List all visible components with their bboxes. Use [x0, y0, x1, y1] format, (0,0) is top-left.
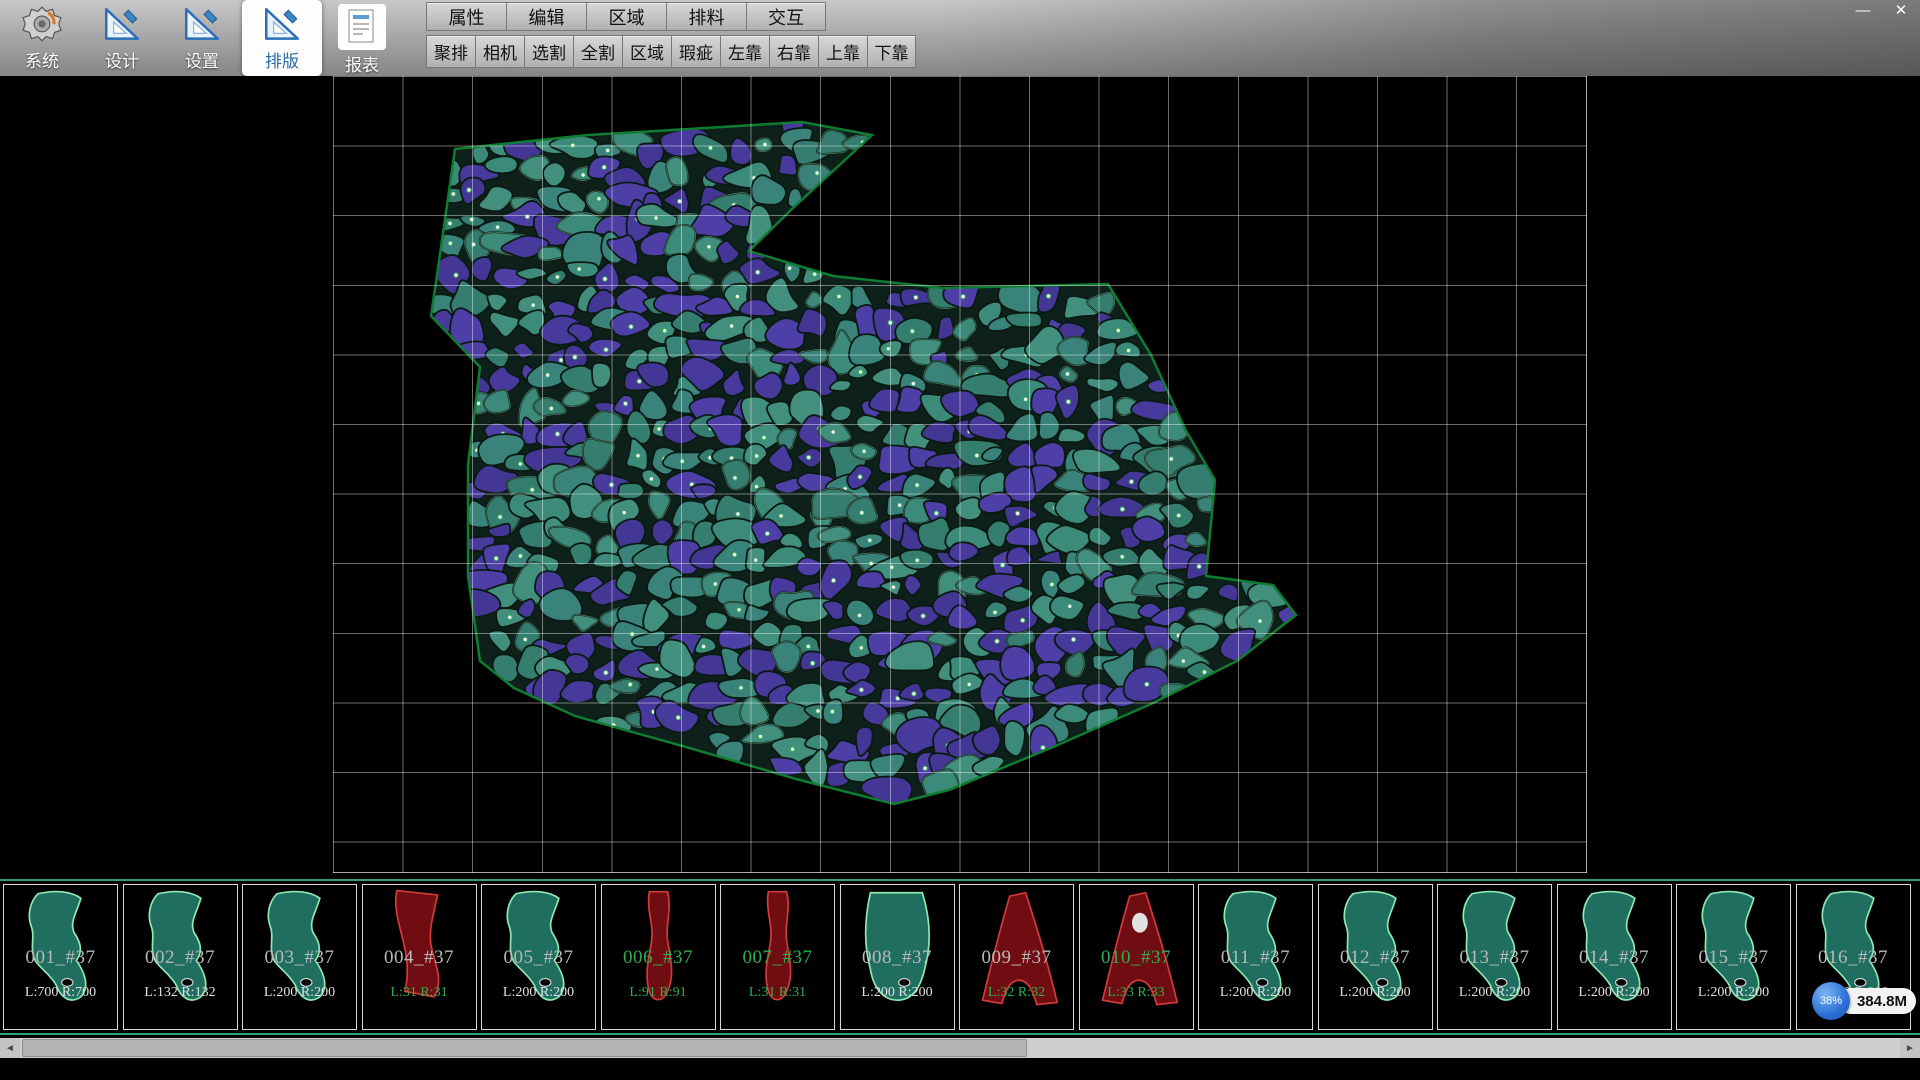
piece-count: L:31 R:31: [721, 985, 834, 1001]
piece-count: L:200 R:200: [482, 985, 595, 1001]
piece-thumbnail[interactable]: 007_#37 L:31 R:31: [720, 884, 835, 1030]
tool-button-snap-bottom[interactable]: 下靠: [867, 35, 916, 68]
menu-tab-properties[interactable]: 属性: [426, 2, 506, 31]
app-button-system[interactable]: 系统: [2, 0, 82, 76]
nesting-canvas[interactable]: [0, 76, 1920, 879]
toolbar: 系统设计设置排版报表 属性编辑区域排料交互 聚排相机选割全割区域瑕疵左靠右靠上靠…: [0, 0, 1920, 77]
menu-tab-region[interactable]: 区域: [586, 2, 666, 31]
menu-tab-interact[interactable]: 交互: [746, 2, 826, 31]
piece-thumbnail[interactable]: 011_#37 L:200 R:200: [1198, 884, 1313, 1030]
horizontal-scrollbar[interactable]: ◄ ►: [0, 1038, 1920, 1058]
piece-count: L:132 R:132: [124, 985, 237, 1001]
piece-name: 009_#37: [960, 947, 1073, 969]
piece-thumbnail[interactable]: 013_#37 L:200 R:200: [1437, 884, 1552, 1030]
app-button-settings[interactable]: 设置: [162, 0, 242, 76]
settings-icon: [181, 4, 223, 46]
piece-thumbnail[interactable]: 006_#37 L:91 R:91: [601, 884, 716, 1030]
app-button-label: 排版: [265, 47, 299, 72]
tool-button-snap-right[interactable]: 右靠: [769, 35, 818, 68]
piece-count: L:31 R:31: [363, 985, 476, 1001]
app-button-label: 设计: [105, 47, 139, 72]
piece-thumbnail[interactable]: 008_#37 L:200 R:200: [840, 884, 955, 1030]
piece-count: L:91 R:91: [602, 985, 715, 1001]
piece-thumbnail[interactable]: 001_#37 L:700 R:700: [3, 884, 118, 1030]
menu-tab-nesting[interactable]: 排料: [666, 2, 746, 31]
piece-name: 004_#37: [363, 947, 476, 969]
gear-icon: [21, 4, 63, 46]
piece-thumbnail[interactable]: 005_#37 L:200 R:200: [481, 884, 596, 1030]
piece-count: L:200 R:200: [1438, 985, 1551, 1001]
piece-count: L:700 R:700: [4, 985, 117, 1001]
app-button-label: 系统: [25, 47, 59, 72]
app-button-label: 设置: [185, 47, 219, 72]
piece-list: 001_#37 L:700 R:700 002_#37 L:132 R:132 003_…: [0, 879, 1920, 1035]
tool-button-region[interactable]: 区域: [622, 35, 671, 68]
piece-thumbnail[interactable]: 002_#37 L:132 R:132: [123, 884, 238, 1030]
app-toolbar: 系统 设计 设置 排版 报表: [2, 0, 402, 76]
piece-name: 015_#37: [1677, 947, 1790, 969]
layout-icon: [261, 4, 303, 46]
piece-thumbnail[interactable]: 003_#37 L:200 R:200: [242, 884, 357, 1030]
design-icon: [101, 4, 143, 46]
piece-thumbnail[interactable]: 004_#37 L:31 R:31: [362, 884, 477, 1030]
piece-name: 012_#37: [1319, 947, 1432, 969]
app-button-layout[interactable]: 排版: [242, 0, 322, 76]
scrollbar-thumb[interactable]: [22, 1039, 1027, 1057]
piece-count: L:200 R:200: [841, 985, 954, 1001]
piece-thumbnail[interactable]: 010_#37 L:33 R:33: [1079, 884, 1194, 1030]
progress-bubble[interactable]: 38%: [1812, 982, 1850, 1020]
piece-name: 006_#37: [602, 947, 715, 969]
tool-bar: 聚排相机选割全割区域瑕疵左靠右靠上靠下靠: [426, 35, 916, 68]
piece-count: L:200 R:200: [1558, 985, 1671, 1001]
piece-count: L:200 R:200: [1677, 985, 1790, 1001]
piece-thumbnail[interactable]: 009_#37 L:32 R:32: [959, 884, 1074, 1030]
piece-count: L:32 R:32: [960, 985, 1073, 1001]
tool-button-cluster-nest[interactable]: 聚排: [426, 35, 475, 68]
piece-name: 011_#37: [1199, 947, 1312, 969]
piece-thumbnail[interactable]: 015_#37 L:200 R:200: [1676, 884, 1791, 1030]
piece-name: 005_#37: [482, 947, 595, 969]
piece-count: L:200 R:200: [243, 985, 356, 1001]
tool-button-camera[interactable]: 相机: [475, 35, 524, 68]
piece-count: L:200 R:200: [1199, 985, 1312, 1001]
menu-tab-edit[interactable]: 编辑: [506, 2, 586, 31]
piece-name: 016_#37: [1797, 947, 1910, 969]
piece-thumbnail[interactable]: 012_#37 L:200 R:200: [1318, 884, 1433, 1030]
tool-button-select-cut[interactable]: 选割: [524, 35, 573, 68]
progress-percent: 38%: [1820, 995, 1842, 1007]
toolbar-shade: [940, 0, 1920, 76]
report-icon: [338, 4, 386, 50]
piece-name: 014_#37: [1558, 947, 1671, 969]
tool-button-snap-top[interactable]: 上靠: [818, 35, 867, 68]
tool-button-defect[interactable]: 瑕疵: [671, 35, 720, 68]
piece-name: 001_#37: [4, 947, 117, 969]
close-button[interactable]: ✕: [1890, 1, 1912, 19]
menu-area: 属性编辑区域排料交互 聚排相机选割全割区域瑕疵左靠右靠上靠下靠: [426, 2, 916, 68]
piece-thumbnail[interactable]: 014_#37 L:200 R:200: [1557, 884, 1672, 1030]
minimize-button[interactable]: —: [1852, 1, 1874, 19]
piece-name: 013_#37: [1438, 947, 1551, 969]
scroll-right-arrow-icon[interactable]: ►: [1900, 1038, 1920, 1058]
hide-nesting-graphic: [0, 76, 1920, 879]
piece-count: L:33 R:33: [1080, 985, 1193, 1001]
tool-button-snap-left[interactable]: 左靠: [720, 35, 769, 68]
memory-value: 384.8M: [1857, 993, 1907, 1010]
piece-name: 007_#37: [721, 947, 834, 969]
scroll-left-arrow-icon[interactable]: ◄: [0, 1038, 20, 1058]
app-button-label: 报表: [345, 51, 379, 76]
piece-name: 008_#37: [841, 947, 954, 969]
piece-count: L:200 R:200: [1319, 985, 1432, 1001]
window-controls: — ✕: [1852, 1, 1912, 19]
piece-name: 003_#37: [243, 947, 356, 969]
tool-button-cut-all[interactable]: 全割: [573, 35, 622, 68]
piece-name: 002_#37: [124, 947, 237, 969]
piece-name: 010_#37: [1080, 947, 1193, 969]
app-button-design[interactable]: 设计: [82, 0, 162, 76]
menu-bar: 属性编辑区域排料交互: [426, 2, 916, 31]
app-button-report[interactable]: 报表: [322, 0, 402, 76]
